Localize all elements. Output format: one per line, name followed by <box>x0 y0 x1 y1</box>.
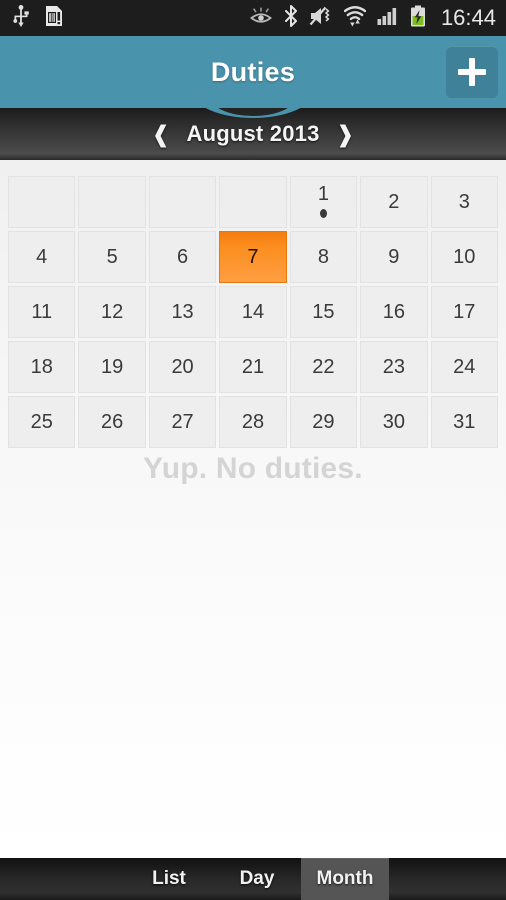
calendar-day-cell[interactable]: 10 <box>430 231 498 283</box>
status-bar: 16:44 <box>0 0 506 36</box>
signal-icon <box>377 6 399 31</box>
month-navigation-bar: ❰ August 2013 ❱ <box>0 108 506 160</box>
empty-state-message: Yup. No duties. <box>143 452 363 485</box>
calendar-cell-empty <box>219 176 287 228</box>
calendar-cell-empty <box>8 176 76 228</box>
calendar-day-cell[interactable]: 16 <box>360 286 428 338</box>
calendar-day-cell[interactable]: 7 <box>219 231 287 283</box>
calendar-day-cell[interactable]: 27 <box>148 396 217 448</box>
next-month-icon[interactable]: ❱ <box>334 121 357 148</box>
calendar-day-number: 28 <box>241 411 265 433</box>
calendar-day-cell[interactable]: 26 <box>78 396 146 448</box>
content-area: 1 2 3 4 5 6 7 8 9 10 11 12 13 14 15 16 17 18 19 20 21 22 23 24 2… <box>0 160 506 858</box>
calendar-day-cell[interactable]: 31 <box>430 396 498 448</box>
calendar-day-cell[interactable]: 11 <box>8 286 76 338</box>
calendar-day-cell[interactable]: 9 <box>360 231 428 283</box>
calendar-day-cell[interactable]: 18 <box>8 341 76 393</box>
calendar-grid: 1 2 3 4 5 6 7 8 9 10 11 12 13 14 15 16 17 18 19 20 21 22 23 24 2… <box>8 176 498 448</box>
calendar-day-number: 11 <box>31 301 53 323</box>
calendar-day-cell[interactable]: 28 <box>219 396 287 448</box>
calendar-day-number: 13 <box>171 301 194 323</box>
calendar-day-number: 19 <box>101 356 124 378</box>
calendar-day-number: 27 <box>171 411 194 433</box>
current-month-label: August 2013 <box>186 121 320 146</box>
calendar-day-number: 29 <box>312 411 335 433</box>
calendar-day-cell[interactable]: 21 <box>219 341 287 393</box>
calendar-day-number: 24 <box>453 356 476 378</box>
title-bar: Duties <box>0 36 506 108</box>
tab-list[interactable]: List <box>125 858 213 900</box>
eye-icon <box>249 6 273 30</box>
calendar-day-cell[interactable]: 14 <box>219 286 287 338</box>
calendar-day-number: 14 <box>241 301 265 323</box>
sd-card-icon <box>44 5 64 32</box>
calendar-day-cell[interactable]: 13 <box>148 286 217 338</box>
calendar-day-cell[interactable]: 24 <box>430 341 498 393</box>
plus-icon-vertical <box>469 58 475 86</box>
calendar-day-cell[interactable]: 4 <box>8 231 76 283</box>
tab-month[interactable]: Month <box>301 858 389 900</box>
calendar-day-number: 15 <box>312 301 335 323</box>
calendar-day-number: 23 <box>382 356 405 378</box>
calendar-day-number: 7 <box>247 246 259 268</box>
calendar-day-number: 18 <box>30 356 53 378</box>
calendar-day-number: 3 <box>458 191 470 213</box>
calendar-day-number: 20 <box>171 356 194 378</box>
app-root: 16:44 Duties ❰ August 2013 ❱ 1 2 3 4 5 6 7 8 9 10… <box>0 0 506 900</box>
calendar-day-cell[interactable]: 25 <box>8 396 76 448</box>
status-bar-left-icons <box>12 4 64 32</box>
tab-bar-left-spacer <box>0 858 125 900</box>
calendar-day-cell[interactable]: 22 <box>289 341 358 393</box>
calendar-day-cell[interactable]: 15 <box>289 286 358 338</box>
wifi-icon <box>343 5 367 32</box>
calendar-day-number: 8 <box>317 246 329 268</box>
calendar-day-number: 9 <box>388 246 400 268</box>
event-indicator-dot <box>319 209 327 218</box>
month-nav-group: ❰ August 2013 ❱ <box>149 121 357 148</box>
mute-vibrate-icon <box>309 6 333 31</box>
previous-month-icon[interactable]: ❰ <box>149 121 172 148</box>
calendar-day-number: 25 <box>30 411 53 433</box>
bluetooth-icon <box>284 4 298 32</box>
calendar-day-cell[interactable]: 2 <box>360 176 428 228</box>
calendar-day-cell[interactable]: 5 <box>78 231 146 283</box>
tab-day[interactable]: Day <box>213 858 301 900</box>
calendar-day-number: 10 <box>453 246 476 268</box>
calendar-day-cell[interactable]: 20 <box>148 341 217 393</box>
calendar-day-cell[interactable]: 3 <box>430 176 498 228</box>
calendar-day-number: 12 <box>101 301 124 323</box>
calendar-cell-empty <box>78 176 146 228</box>
calendar-day-cell[interactable]: 23 <box>360 341 428 393</box>
calendar-day-cell[interactable]: 19 <box>78 341 146 393</box>
calendar-cell-empty <box>148 176 217 228</box>
usb-icon <box>12 4 30 32</box>
calendar-day-number: 22 <box>312 356 335 378</box>
calendar-day-cell[interactable]: 30 <box>360 396 428 448</box>
calendar-day-cell[interactable]: 1 <box>289 176 358 228</box>
calendar-day-number: 6 <box>177 246 189 268</box>
calendar-day-number: 4 <box>36 246 48 268</box>
battery-charging-icon <box>410 5 426 32</box>
page-title: Duties <box>210 56 296 87</box>
calendar-day-cell[interactable]: 29 <box>289 396 358 448</box>
add-duty-button[interactable] <box>446 46 498 98</box>
calendar-day-cell[interactable]: 8 <box>289 231 358 283</box>
calendar-day-cell[interactable]: 17 <box>430 286 498 338</box>
status-bar-right-icons: 16:44 <box>249 4 496 32</box>
calendar-day-cell[interactable]: 12 <box>78 286 146 338</box>
calendar-day-cell[interactable]: 6 <box>148 231 217 283</box>
calendar-day-number: 17 <box>453 301 476 323</box>
bottom-tab-bar: List Day Month <box>0 858 506 900</box>
calendar-day-number: 30 <box>382 411 405 433</box>
calendar-day-number: 31 <box>453 411 476 433</box>
calendar-day-number: 1 <box>317 183 329 205</box>
calendar-day-number: 16 <box>382 301 405 323</box>
calendar-day-number: 26 <box>101 411 124 433</box>
calendar-day-number: 21 <box>241 356 265 378</box>
calendar-day-number: 2 <box>388 191 400 213</box>
status-bar-clock: 16:44 <box>440 5 496 30</box>
calendar-day-number: 5 <box>106 246 118 268</box>
